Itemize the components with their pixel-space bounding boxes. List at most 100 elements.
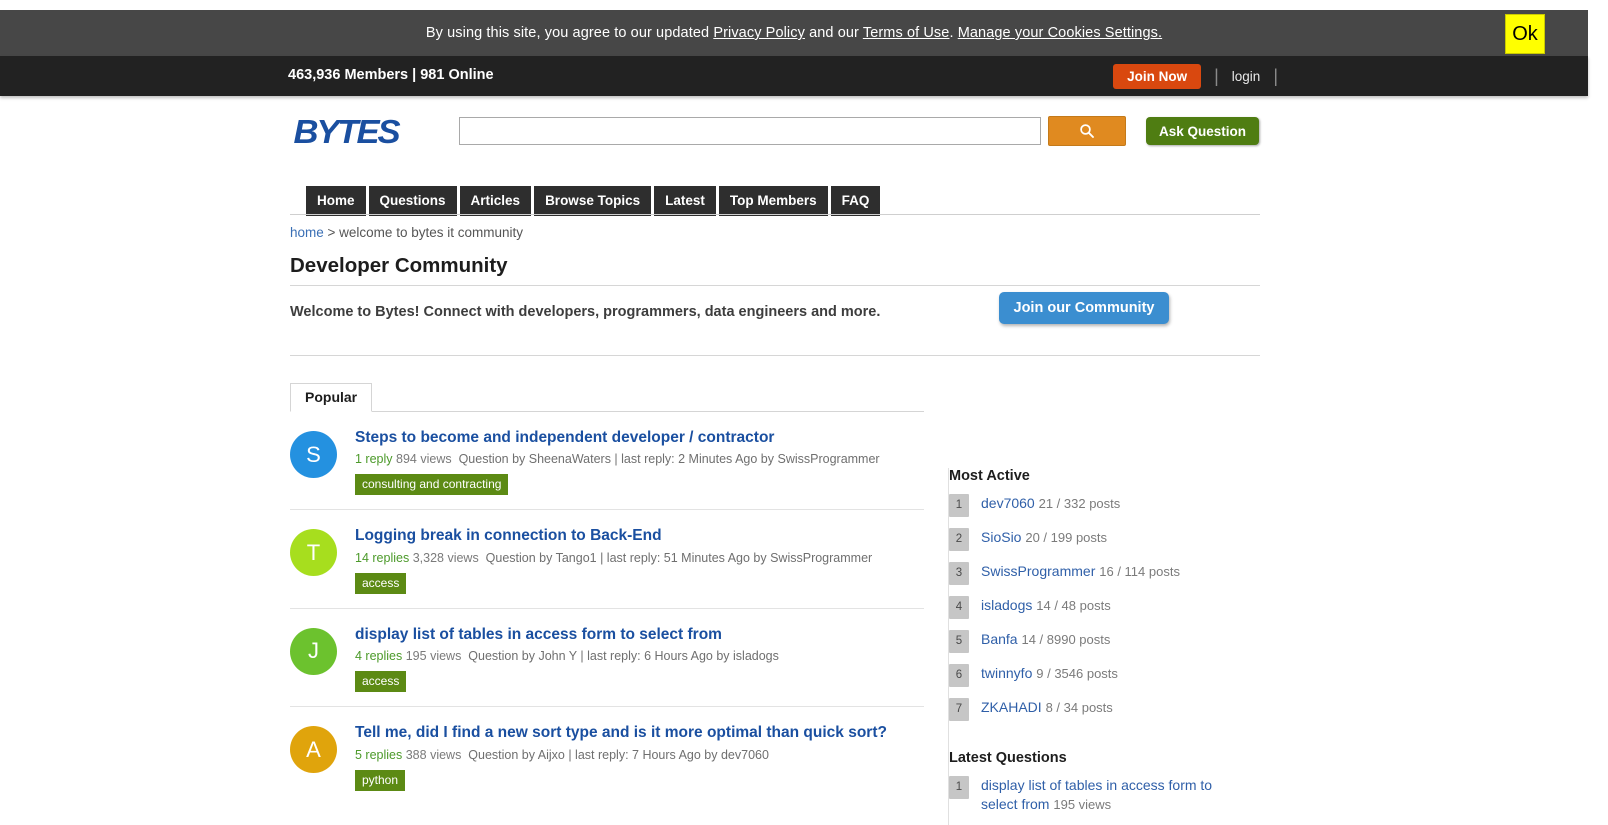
post-content: Logging break in connection to Back-End … xyxy=(355,526,924,594)
rank-badge: 7 xyxy=(949,698,969,721)
post-list-item[interactable]: S Steps to become and independent develo… xyxy=(290,412,924,511)
member-link[interactable]: SwissProgrammer xyxy=(981,563,1095,579)
post-tag[interactable]: access xyxy=(355,572,407,594)
post-author-info: Question by John Y | last reply: 6 Hours… xyxy=(468,649,779,664)
post-title-link[interactable]: Steps to become and independent develope… xyxy=(355,428,924,447)
avatar: A xyxy=(290,726,337,774)
most-active-item[interactable]: 5 Banfa 14 / 8990 posts xyxy=(949,630,1260,653)
main-navigation: Home Questions Articles Browse Topics La… xyxy=(306,186,881,216)
post-view-count: 894 views xyxy=(396,452,452,467)
nav-item-articles[interactable]: Articles xyxy=(459,186,532,216)
ask-question-button[interactable]: Ask Question xyxy=(1146,117,1259,145)
member-post-stats: 16 / 114 posts xyxy=(1099,564,1180,579)
post-title-link[interactable]: Tell me, did I find a new sort type and … xyxy=(355,723,924,742)
member-post-stats: 8 / 34 posts xyxy=(1045,700,1113,715)
sidebar: Most Active 1 dev7060 21 / 332 posts 2 S… xyxy=(948,468,1260,825)
most-active-section: Most Active 1 dev7060 21 / 332 posts 2 S… xyxy=(949,468,1260,721)
most-active-item[interactable]: 7 ZKAHADI 8 / 34 posts xyxy=(949,698,1260,721)
most-active-item[interactable]: 6 twinnyfo 9 / 3546 posts xyxy=(949,664,1260,687)
nav-item-faq[interactable]: FAQ xyxy=(830,186,881,216)
most-active-text: SioSio 20 / 199 posts xyxy=(981,528,1107,547)
post-title-link[interactable]: display list of tables in access form to… xyxy=(355,625,924,644)
post-reply-count: 5 replies xyxy=(355,747,403,762)
cookie-lead-text: By using this site, you agree to our upd… xyxy=(425,25,714,41)
latest-question-item[interactable]: 1 display list of tables in access form … xyxy=(949,776,1260,814)
nav-divider xyxy=(290,214,1260,215)
search-icon xyxy=(1080,124,1094,138)
nav-item-home[interactable]: Home xyxy=(306,186,366,216)
nav-item-latest[interactable]: Latest xyxy=(654,186,716,216)
post-filter-tabs: Popular xyxy=(290,383,924,412)
member-post-stats: 9 / 3546 posts xyxy=(1036,666,1118,681)
most-active-text: ZKAHADI 8 / 34 posts xyxy=(981,698,1113,717)
post-author-info: Question by Aijxo | last reply: 7 Hours … xyxy=(468,747,769,762)
site-logo[interactable]: BYTES xyxy=(293,113,400,151)
breadcrumb-home-link[interactable]: home xyxy=(290,225,324,240)
member-post-stats: 14 / 8990 posts xyxy=(1021,632,1111,647)
avatar: S xyxy=(290,431,337,478)
post-list-column: Popular S Steps to become and independen… xyxy=(290,383,924,805)
login-link[interactable]: login xyxy=(1232,69,1261,84)
member-post-stats: 21 / 332 posts xyxy=(1038,496,1121,511)
post-meta: 5 replies 388 views Question by Aijxo | … xyxy=(355,748,924,762)
post-list-item[interactable]: A Tell me, did I find a new sort type an… xyxy=(290,707,924,804)
post-list-item[interactable]: T Logging break in connection to Back-En… xyxy=(290,510,924,609)
avatar: J xyxy=(290,627,337,675)
breadcrumb: home > welcome to bytes it community xyxy=(290,225,523,240)
post-tag[interactable]: python xyxy=(355,769,406,791)
member-link[interactable]: ZKAHADI xyxy=(981,699,1042,715)
post-tag[interactable]: consulting and contracting xyxy=(355,474,509,496)
welcome-divider xyxy=(290,355,1260,356)
post-list-item[interactable]: J display list of tables in access form … xyxy=(290,609,924,708)
manage-cookies-link[interactable]: Manage your Cookies Settings. xyxy=(958,25,1162,41)
nav-item-questions[interactable]: Questions xyxy=(368,186,457,216)
search-input[interactable] xyxy=(459,117,1041,145)
most-active-text: isladogs 14 / 48 posts xyxy=(981,596,1111,615)
most-active-text: dev7060 21 / 332 posts xyxy=(981,494,1120,513)
post-view-count: 195 views xyxy=(405,649,462,664)
post-tag[interactable]: access xyxy=(355,671,407,693)
member-stats-label: 463,936 Members | 981 Online xyxy=(288,67,494,83)
terms-of-use-link[interactable]: Terms of Use xyxy=(863,25,950,41)
rank-badge: 5 xyxy=(949,630,969,653)
rank-badge: 4 xyxy=(949,596,969,619)
members-status-bar: 463,936 Members | 981 Online Join Now | … xyxy=(0,56,1588,96)
join-our-community-button[interactable]: Join our Community xyxy=(999,292,1169,324)
post-reply-count: 1 reply xyxy=(355,452,393,467)
search-button[interactable] xyxy=(1048,116,1126,146)
cookie-period-text: . xyxy=(949,25,958,41)
avatar: T xyxy=(290,529,337,577)
post-title-link[interactable]: Logging break in connection to Back-End xyxy=(355,526,924,545)
cookie-ok-button[interactable]: Ok xyxy=(1505,14,1545,54)
member-link[interactable]: Banfa xyxy=(981,631,1018,647)
post-author-info: Question by SheenaWaters | last reply: 2… xyxy=(458,452,880,467)
post-meta: 14 replies 3,328 views Question by Tango… xyxy=(355,551,924,565)
privacy-policy-link[interactable]: Privacy Policy xyxy=(713,25,805,41)
cookie-consent-banner: By using this site, you agree to our upd… xyxy=(0,10,1588,56)
most-active-item[interactable]: 4 isladogs 14 / 48 posts xyxy=(949,596,1260,619)
most-active-item[interactable]: 1 dev7060 21 / 332 posts xyxy=(949,494,1260,517)
nav-item-browse-topics[interactable]: Browse Topics xyxy=(534,186,652,216)
most-active-item[interactable]: 2 SioSio 20 / 199 posts xyxy=(949,528,1260,551)
member-link[interactable]: isladogs xyxy=(981,597,1032,613)
nav-item-top-members[interactable]: Top Members xyxy=(718,186,828,216)
breadcrumb-current: welcome to bytes it community xyxy=(339,225,523,240)
post-content: Steps to become and independent develope… xyxy=(355,428,924,496)
member-link[interactable]: SioSio xyxy=(981,529,1021,545)
rank-badge: 3 xyxy=(949,562,969,585)
post-view-count: 3,328 views xyxy=(412,550,479,565)
rank-badge: 1 xyxy=(949,494,969,517)
post-content: display list of tables in access form to… xyxy=(355,625,924,693)
member-link[interactable]: twinnyfo xyxy=(981,665,1032,681)
join-now-button[interactable]: Join Now xyxy=(1113,63,1202,89)
post-reply-count: 4 replies xyxy=(355,649,403,664)
most-active-heading: Most Active xyxy=(949,468,1030,484)
member-link[interactable]: dev7060 xyxy=(981,495,1035,511)
most-active-item[interactable]: 3 SwissProgrammer 16 / 114 posts xyxy=(949,562,1260,585)
member-post-stats: 14 / 48 posts xyxy=(1036,598,1111,613)
tab-popular[interactable]: Popular xyxy=(290,383,373,412)
post-author-info: Question by Tango1 | last reply: 51 Minu… xyxy=(485,550,873,565)
cookie-middle-text: and our xyxy=(804,25,863,41)
latest-questions-section: Latest Questions 1 display list of table… xyxy=(949,750,1260,814)
post-view-count: 388 views xyxy=(405,747,462,762)
